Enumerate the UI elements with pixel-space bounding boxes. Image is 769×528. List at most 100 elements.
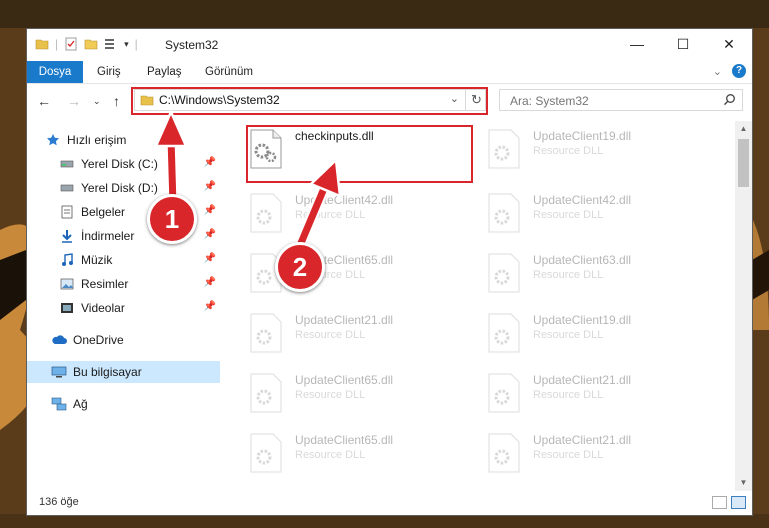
file-type: Resource DLL <box>533 269 604 281</box>
file-type: Resource DLL <box>533 389 604 401</box>
ribbon-tabs: Dosya Giriş Paylaş Görünüm ⌄ ? <box>27 61 752 84</box>
sidebar-item-this-pc[interactable]: Bu bilgisayar <box>27 361 220 383</box>
file-item[interactable]: UpdateClient42.dll Resource DLL <box>241 185 466 241</box>
file-item[interactable]: UpdateClient63.dll Resource DLL <box>479 245 704 301</box>
file-item[interactable]: UpdateClient65.dll Resource DLL <box>241 425 466 481</box>
dll-file-icon <box>488 433 520 473</box>
new-folder-icon[interactable] <box>84 37 98 51</box>
file-item[interactable]: UpdateClient19.dll Resource DLL <box>479 305 704 361</box>
back-arrow-icon[interactable]: ← <box>37 93 51 109</box>
step-1-badge: 1 <box>147 194 197 244</box>
file-item[interactable]: UpdateClient19.dll Resource DLL <box>479 121 704 177</box>
file-highlight <box>246 125 473 183</box>
video-icon <box>59 300 75 316</box>
file-type: Resource DLL <box>295 209 366 221</box>
sidebar-item-local-disk-d[interactable]: Yerel Disk (D:) 📌 <box>27 177 220 199</box>
documents-icon <box>59 204 75 220</box>
file-type: Resource DLL <box>533 145 604 157</box>
network-icon <box>51 396 67 412</box>
close-button[interactable]: ✕ <box>706 29 752 59</box>
recent-locations-icon[interactable]: ⌄ <box>93 96 101 107</box>
file-item[interactable]: UpdateClient42.dll Resource DLL <box>479 185 704 241</box>
up-arrow-icon[interactable]: ↑ <box>113 93 120 109</box>
file-type: Resource DLL <box>533 209 604 221</box>
scroll-up-icon[interactable]: ▲ <box>735 121 752 137</box>
tab-share[interactable]: Paylaş <box>147 61 182 83</box>
file-item[interactable]: UpdateClient65.dll Resource DLL <box>241 365 466 421</box>
pin-icon[interactable]: 📌 <box>204 301 216 312</box>
sidebar-item-network[interactable]: Ağ <box>27 393 220 415</box>
file-item[interactable]: UpdateClient21.dll Resource DLL <box>479 365 704 421</box>
scroll-down-icon[interactable]: ▼ <box>735 475 752 491</box>
sidebar-item-label: Ağ <box>73 397 88 411</box>
maximize-button[interactable]: ☐ <box>660 29 706 59</box>
dll-file-icon <box>250 193 282 233</box>
tiles-view-icon[interactable] <box>731 496 746 509</box>
customize-toolbar-icon[interactable] <box>104 37 118 51</box>
sidebar-item-music[interactable]: Müzik 📌 <box>27 249 220 271</box>
file-name: UpdateClient19.dll <box>533 129 632 143</box>
sidebar-item-label: Yerel Disk (D:) <box>81 181 158 195</box>
pin-icon[interactable]: 📌 <box>204 205 216 216</box>
cloud-icon <box>51 332 67 348</box>
pin-icon[interactable]: 📌 <box>204 253 216 264</box>
file-item[interactable]: UpdateClient21.dll Resource DLL <box>241 305 466 361</box>
folder-icon <box>35 39 49 50</box>
file-name: UpdateClient65.dll <box>295 373 394 387</box>
chevron-down-icon[interactable]: ▾ <box>124 39 129 50</box>
dll-file-icon <box>250 313 282 353</box>
search-input[interactable] <box>508 91 722 111</box>
star-icon <box>45 132 61 148</box>
sidebar-item-label: Resimler <box>81 277 129 291</box>
dll-file-icon <box>250 373 282 413</box>
file-name: UpdateClient42.dll <box>295 193 394 207</box>
computer-icon <box>51 364 67 380</box>
dll-file-icon <box>488 253 520 293</box>
dll-file-icon <box>488 373 520 413</box>
dll-file-icon <box>488 129 520 169</box>
help-icon[interactable]: ? <box>732 64 746 78</box>
tab-home[interactable]: Giriş <box>97 61 121 83</box>
window-title: System32 <box>165 38 219 52</box>
file-name: UpdateClient21.dll <box>533 373 632 387</box>
pin-icon[interactable]: 📌 <box>204 181 216 192</box>
sidebar-item-local-disk-c[interactable]: Yerel Disk (C:) 📌 <box>27 153 220 175</box>
file-type: Resource DLL <box>295 449 366 461</box>
vertical-scrollbar[interactable]: ▲ ▼ <box>735 121 752 491</box>
file-name: UpdateClient19.dll <box>533 313 632 327</box>
scrollbar-thumb[interactable] <box>738 139 749 187</box>
sidebar-item-label: Videolar <box>81 301 125 315</box>
sidebar-item-label: Hızlı erişim <box>67 133 127 147</box>
file-item[interactable]: UpdateClient21.dll Resource DLL <box>479 425 704 481</box>
search-box[interactable] <box>499 89 743 111</box>
sidebar-item-label: OneDrive <box>73 333 124 347</box>
file-name: UpdateClient21.dll <box>295 313 394 327</box>
sidebar-item-label: İndirmeler <box>81 229 135 243</box>
expand-ribbon-icon[interactable]: ⌄ <box>713 65 722 78</box>
pictures-icon <box>59 276 75 292</box>
download-icon <box>59 228 75 244</box>
sidebar-item-pictures[interactable]: Resimler 📌 <box>27 273 220 295</box>
search-icon <box>724 94 735 106</box>
pin-icon[interactable]: 📌 <box>204 229 216 240</box>
sidebar-item-label: Yerel Disk (C:) <box>81 157 158 171</box>
details-view-icon[interactable] <box>712 496 727 509</box>
file-name: UpdateClient42.dll <box>533 193 632 207</box>
properties-icon[interactable] <box>64 37 78 51</box>
sidebar-item-onedrive[interactable]: OneDrive <box>27 329 220 351</box>
dll-file-icon <box>250 433 282 473</box>
sidebar-item-quick-access[interactable]: Hızlı erişim <box>27 129 220 151</box>
sidebar-item-label: Bu bilgisayar <box>73 365 142 379</box>
sidebar-item-label: Müzik <box>81 253 113 267</box>
pin-icon[interactable]: 📌 <box>204 277 216 288</box>
pin-icon[interactable]: 📌 <box>204 157 216 168</box>
tab-view[interactable]: Görünüm <box>205 61 253 83</box>
separator: | <box>55 37 59 51</box>
file-type: Resource DLL <box>295 329 366 341</box>
forward-arrow-icon[interactable]: → <box>67 93 81 109</box>
tab-file[interactable]: Dosya <box>27 61 83 83</box>
separator: | <box>134 37 138 51</box>
step-2-badge: 2 <box>275 242 325 292</box>
minimize-button[interactable]: — <box>614 29 660 59</box>
sidebar-item-videos[interactable]: Videolar 📌 <box>27 297 220 319</box>
